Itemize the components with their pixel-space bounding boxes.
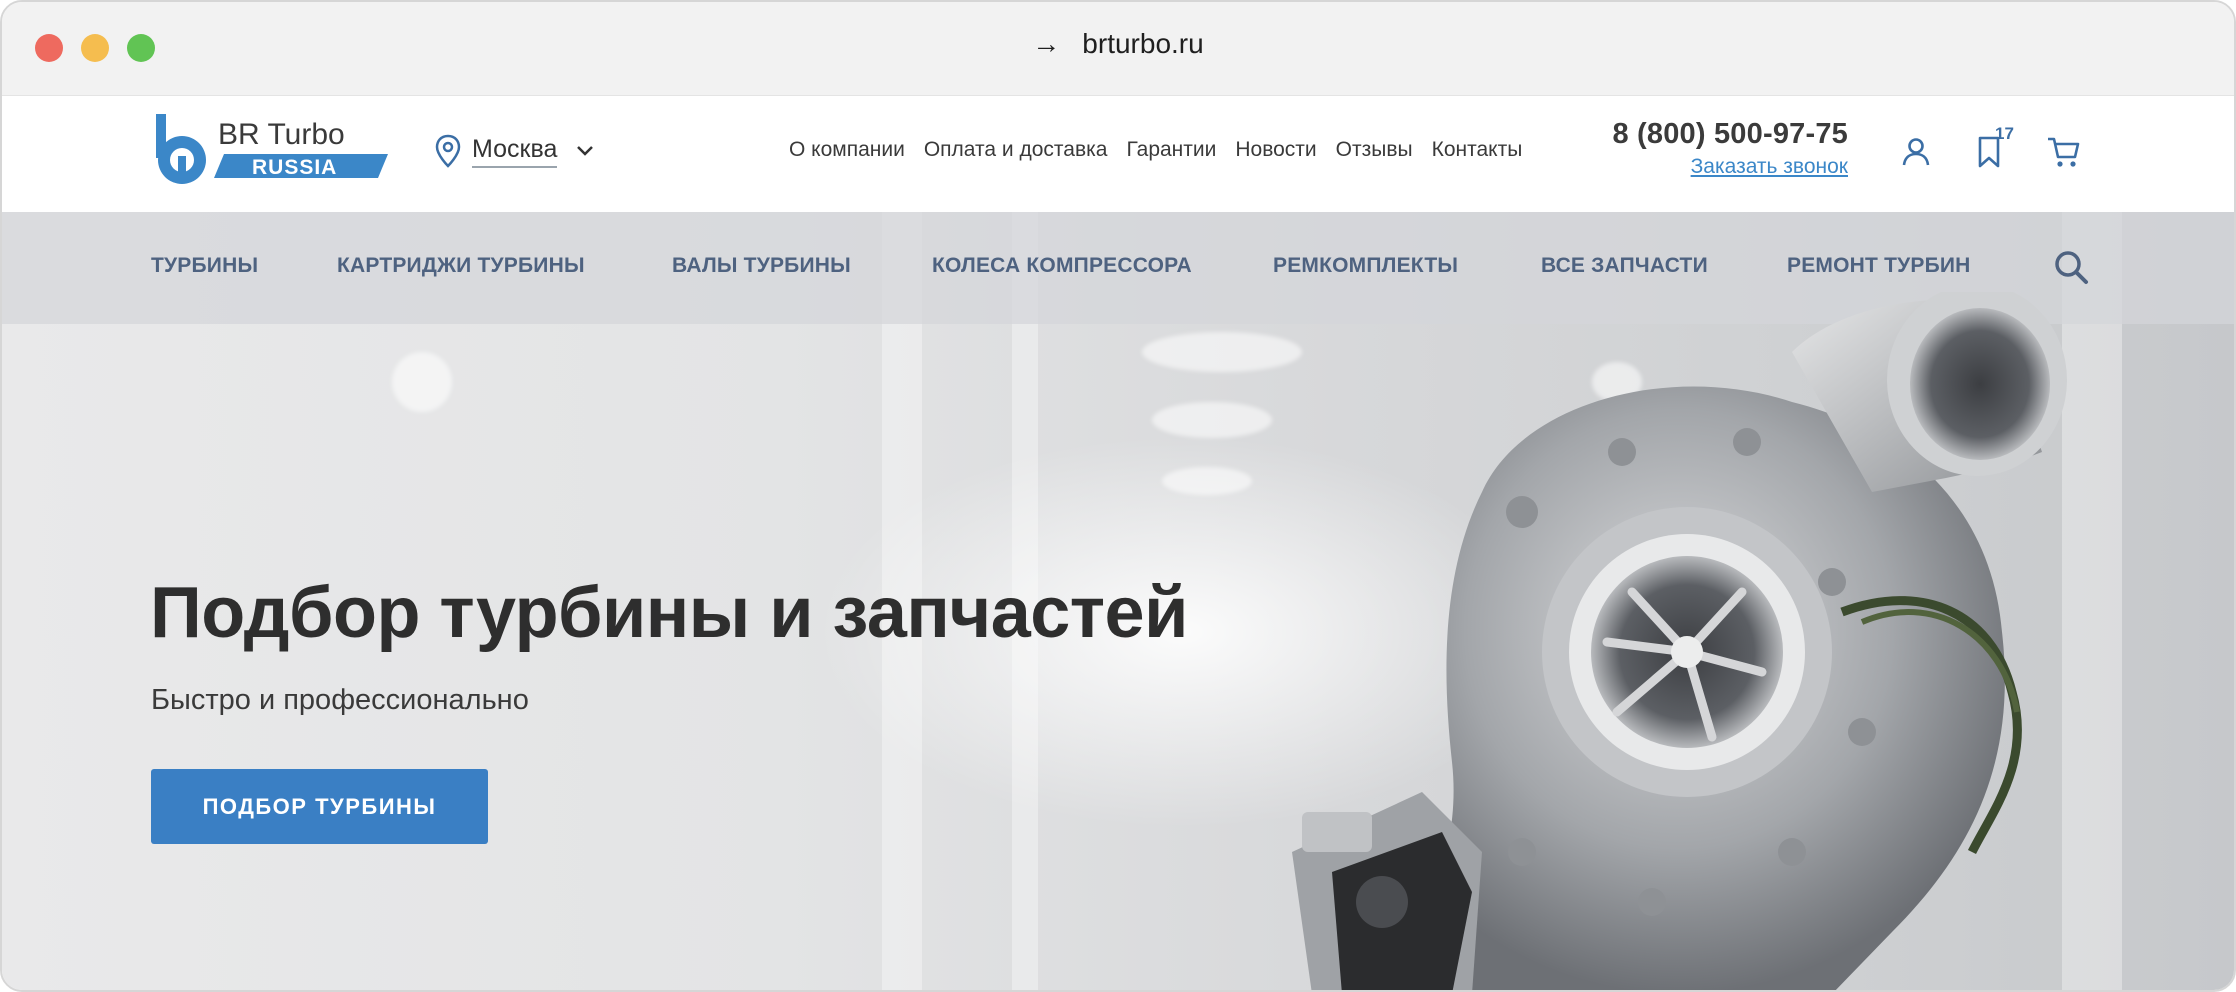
city-name: Москва: [472, 135, 558, 168]
nav-about[interactable]: О компании: [789, 138, 905, 162]
city-selector[interactable]: Москва: [434, 134, 595, 168]
category-compressor-wheels[interactable]: КОЛЕСА КОМПРЕССОРА: [932, 254, 1192, 278]
chevron-down-icon: [577, 146, 594, 156]
category-repair-kits[interactable]: РЕМКОМПЛЕКТЫ: [1273, 254, 1458, 278]
category-all-parts[interactable]: ВСЕ ЗАПЧАСТИ: [1541, 254, 1708, 278]
turbine-selection-button[interactable]: ПОДБОР ТУРБИНЫ: [151, 769, 488, 844]
callback-link[interactable]: Заказать звонок: [1691, 155, 1848, 179]
nav-news[interactable]: Новости: [1235, 138, 1316, 162]
logo-text-line2: RUSSIA: [252, 156, 337, 179]
category-shafts[interactable]: ВАЛЫ ТУРБИНЫ: [672, 254, 851, 278]
phone-block: 8 (800) 500-97-75 Заказать звонок: [1578, 118, 1848, 179]
favorites-count-badge: 17: [1995, 124, 2014, 143]
logo[interactable]: BR Turbo RUSSIA: [152, 110, 392, 190]
location-pin-icon: [435, 134, 461, 168]
arrow-icon: →: [1032, 28, 1061, 59]
logo-text-line1: BR Turbo: [218, 118, 345, 151]
address-bar[interactable]: → brturbo.ru: [2, 28, 2234, 60]
hero-banner: ТУРБИНЫ КАРТРИДЖИ ТУРБИНЫ ВАЛЫ ТУРБИНЫ К…: [2, 212, 2234, 990]
hero-subtitle: Быстро и профессионально: [151, 684, 529, 716]
browser-window: → brturbo.ru BR Turbo RUSSIA Москва О ком…: [0, 0, 2236, 992]
category-cartridges[interactable]: КАРТРИДЖИ ТУРБИНЫ: [337, 254, 585, 278]
nav-warranty[interactable]: Гарантии: [1126, 138, 1216, 162]
hero-title: Подбор турбины и запчастей: [150, 573, 1188, 653]
background-light: [1152, 402, 1272, 438]
top-nav: О компании Оплата и доставка Гарантии Но…: [789, 138, 1522, 162]
user-icon[interactable]: [1898, 134, 1934, 170]
background-light: [392, 352, 452, 412]
nav-contacts[interactable]: Контакты: [1432, 138, 1523, 162]
browser-toolbar: → brturbo.ru: [2, 2, 2234, 96]
turbocharger-image: [1292, 292, 2067, 990]
phone-number[interactable]: 8 (800) 500-97-75: [1578, 118, 1848, 151]
search-icon[interactable]: [2052, 248, 2090, 286]
site-header: BR Turbo RUSSIA Москва О компании Оплата…: [2, 96, 2234, 212]
category-turbine-repair[interactable]: РЕМОНТ ТУРБИН: [1787, 254, 1971, 278]
category-turbines[interactable]: ТУРБИНЫ: [151, 254, 258, 278]
url-text: brturbo.ru: [1082, 28, 1204, 59]
nav-payment-delivery[interactable]: Оплата и доставка: [924, 138, 1108, 162]
background-light: [1162, 467, 1252, 495]
cart-icon[interactable]: [2046, 134, 2082, 170]
nav-reviews[interactable]: Отзывы: [1336, 138, 1413, 162]
